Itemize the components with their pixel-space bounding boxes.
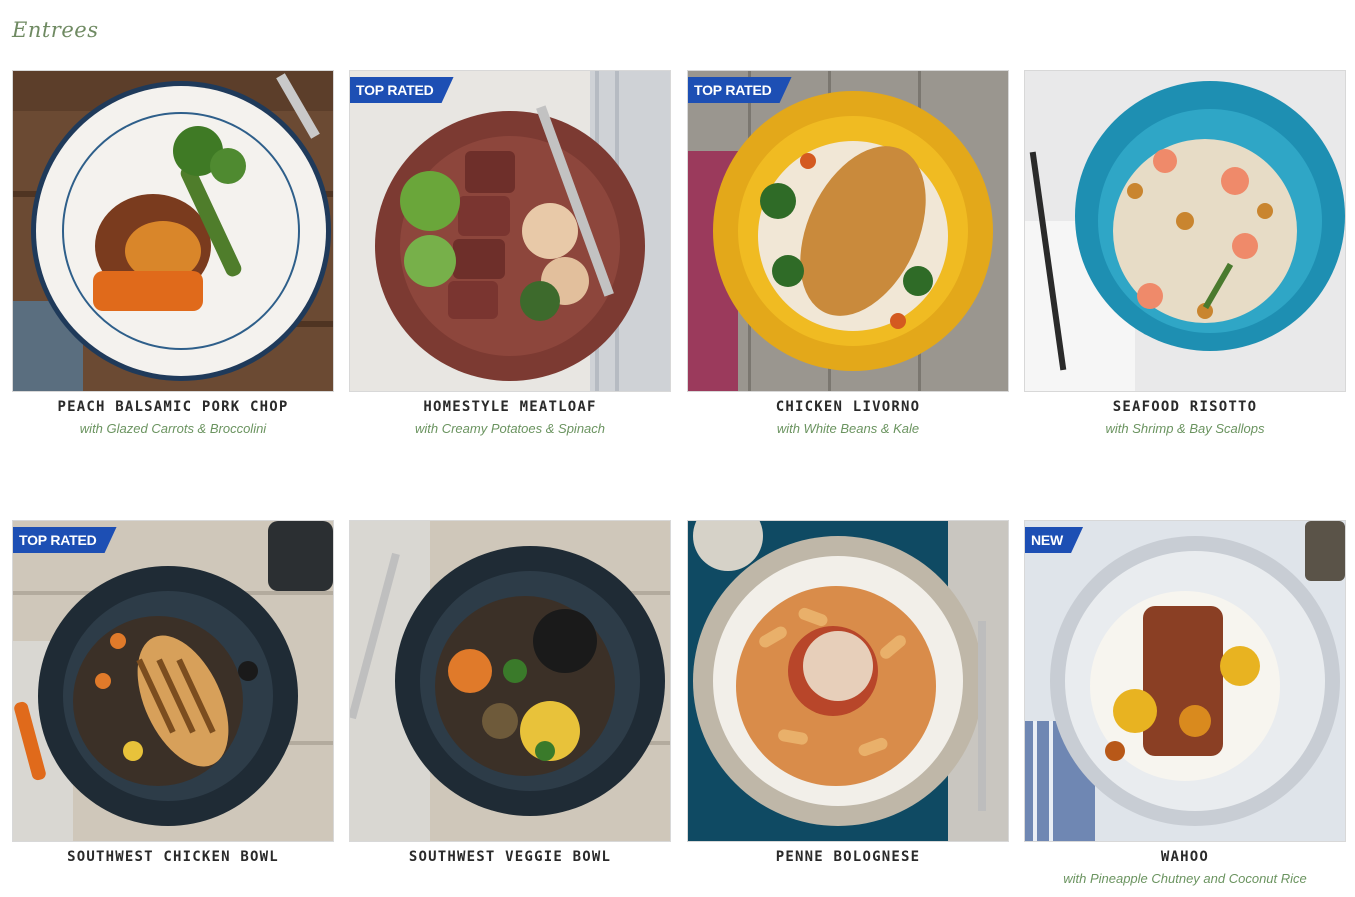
entree-subtitle: with Glazed Carrots & Broccolini	[79, 421, 267, 436]
entree-photo[interactable]: NEW	[1024, 520, 1346, 842]
entree-card[interactable]: TOP RATED CHICKEN LIVORNO with White Bea…	[687, 70, 1009, 436]
top-rated-badge: TOP RATED	[688, 77, 792, 103]
entree-card[interactable]: SEAFOOD RISOTTO with Shrimp & Bay Scallo…	[1024, 70, 1346, 436]
entree-card[interactable]: NEW WAHOO with Pineapple Chutney and Coc…	[1024, 520, 1346, 886]
entree-card[interactable]: PENNE BOLOGNESE	[687, 520, 1009, 865]
seafood-risotto-bowl-image	[1025, 71, 1345, 391]
entree-name[interactable]: PENNE BOLOGNESE	[687, 849, 1009, 865]
entree-photo[interactable]: TOP RATED	[12, 520, 334, 842]
chicken-livorno-plate-image	[688, 71, 1008, 391]
entree-card[interactable]: PEACH BALSAMIC PORK CHOP with Glazed Car…	[12, 70, 334, 436]
entree-photo[interactable]: TOP RATED	[349, 70, 671, 392]
entree-name[interactable]: PEACH BALSAMIC PORK CHOP	[12, 399, 334, 415]
pork-chop-plate-image	[13, 71, 333, 391]
penne-bolognese-plate-image	[688, 521, 1008, 841]
top-rated-badge: TOP RATED	[350, 77, 454, 103]
entrees-grid: PEACH BALSAMIC PORK CHOP with Glazed Car…	[0, 0, 1355, 897]
entree-name[interactable]: SOUTHWEST CHICKEN BOWL	[12, 849, 334, 865]
entree-subtitle: with Pineapple Chutney and Coconut Rice	[1063, 871, 1307, 886]
entree-photo[interactable]	[687, 520, 1009, 842]
entree-photo[interactable]	[349, 520, 671, 842]
entree-subtitle: with White Beans & Kale	[776, 421, 920, 436]
meatloaf-plate-image	[350, 71, 670, 391]
top-rated-badge: TOP RATED	[13, 527, 117, 553]
wahoo-plate-image	[1025, 521, 1345, 841]
entree-subtitle: with Creamy Potatoes & Spinach	[414, 421, 606, 436]
southwest-chicken-bowl-image	[13, 521, 333, 841]
entree-photo[interactable]: TOP RATED	[687, 70, 1009, 392]
entree-name[interactable]: CHICKEN LIVORNO	[687, 399, 1009, 415]
entree-card[interactable]: SOUTHWEST VEGGIE BOWL	[349, 520, 671, 865]
entree-name[interactable]: WAHOO	[1024, 849, 1346, 865]
entree-card[interactable]: TOP RATED HOMESTYLE MEATLOAF with Creamy…	[349, 70, 671, 436]
entree-name[interactable]: SOUTHWEST VEGGIE BOWL	[349, 849, 671, 865]
entree-photo[interactable]	[12, 70, 334, 392]
entree-name[interactable]: SEAFOOD RISOTTO	[1024, 399, 1346, 415]
entree-photo[interactable]	[1024, 70, 1346, 392]
entree-name[interactable]: HOMESTYLE MEATLOAF	[349, 399, 671, 415]
entree-subtitle: with Shrimp & Bay Scallops	[1105, 421, 1265, 436]
entree-card[interactable]: TOP RATED SOUTHWEST CHICKEN BOWL	[12, 520, 334, 865]
southwest-veggie-bowl-image	[350, 521, 670, 841]
